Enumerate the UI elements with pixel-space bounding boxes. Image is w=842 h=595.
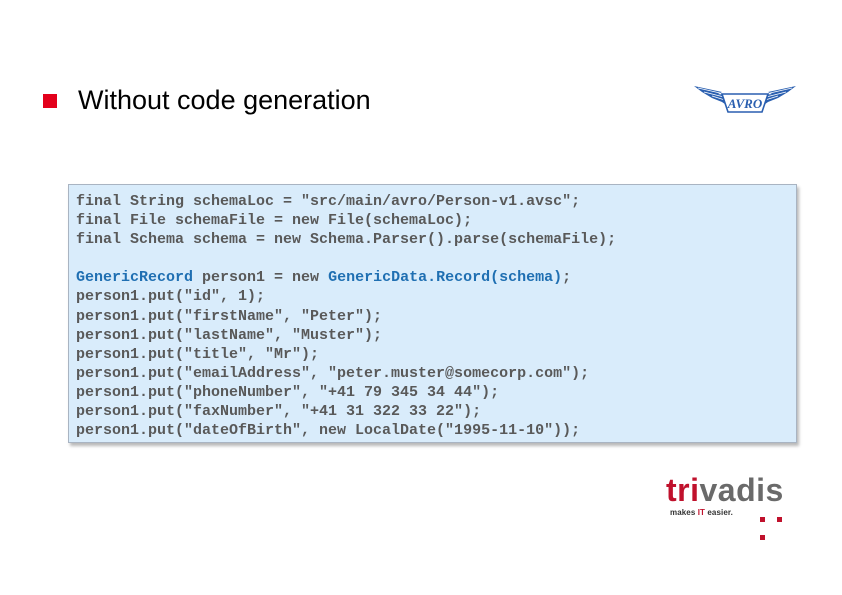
code-text: ; xyxy=(562,269,572,287)
code-keyword: GenericRecord xyxy=(76,269,194,287)
code-keyword: GenericData.Record(schema) xyxy=(328,269,563,287)
code-line: final String schemaLoc = "src/main/avro/… xyxy=(76,193,581,210)
code-line: person1.put("emailAddress", "peter.muste… xyxy=(76,364,590,382)
code-line: final Schema schema = new Schema.Parser(… xyxy=(76,231,617,249)
slide-title: Without code generation xyxy=(78,85,371,115)
avro-logo: AVRO xyxy=(694,86,796,113)
code-line: person1.put("phoneNumber", "+41 79 345 3… xyxy=(76,383,500,401)
code-line: person1.put("dateOfBirth", new LocalDate… xyxy=(76,422,581,440)
tagline-text: makes xyxy=(670,508,698,517)
trivadis-dots xyxy=(760,509,800,545)
trivadis-wordmark-red: tri xyxy=(666,472,700,508)
title-bullet xyxy=(43,94,57,108)
code-line: person1.put("lastName", "Muster"); xyxy=(76,326,383,344)
avro-logo-text: AVRO xyxy=(727,96,763,111)
code-line: person1.put("faxNumber", "+41 31 322 33 … xyxy=(76,403,482,421)
code-line: final File schemaFile = new File(schemaL… xyxy=(76,212,473,230)
code-block: final String schemaLoc = "src/main/avro/… xyxy=(68,184,797,443)
trivadis-wordmark: trivadis xyxy=(666,474,784,506)
tagline-text: easier. xyxy=(705,508,733,517)
tagline-it: IT xyxy=(697,508,706,517)
code-line: person1.put("firstName", "Peter"); xyxy=(76,307,383,325)
code-line: person1.put("title", "Mr"); xyxy=(76,345,320,363)
code-text: person1 = new xyxy=(193,269,329,287)
trivadis-logo: trivadis makes IT easier. xyxy=(666,474,800,540)
trivadis-tagline: makes IT easier. xyxy=(670,508,733,517)
trivadis-wordmark-grey: vadis xyxy=(699,472,784,508)
code-line: person1.put("id", 1); xyxy=(76,288,266,306)
code-line: GenericRecord person1 = new GenericData.… xyxy=(76,268,796,287)
